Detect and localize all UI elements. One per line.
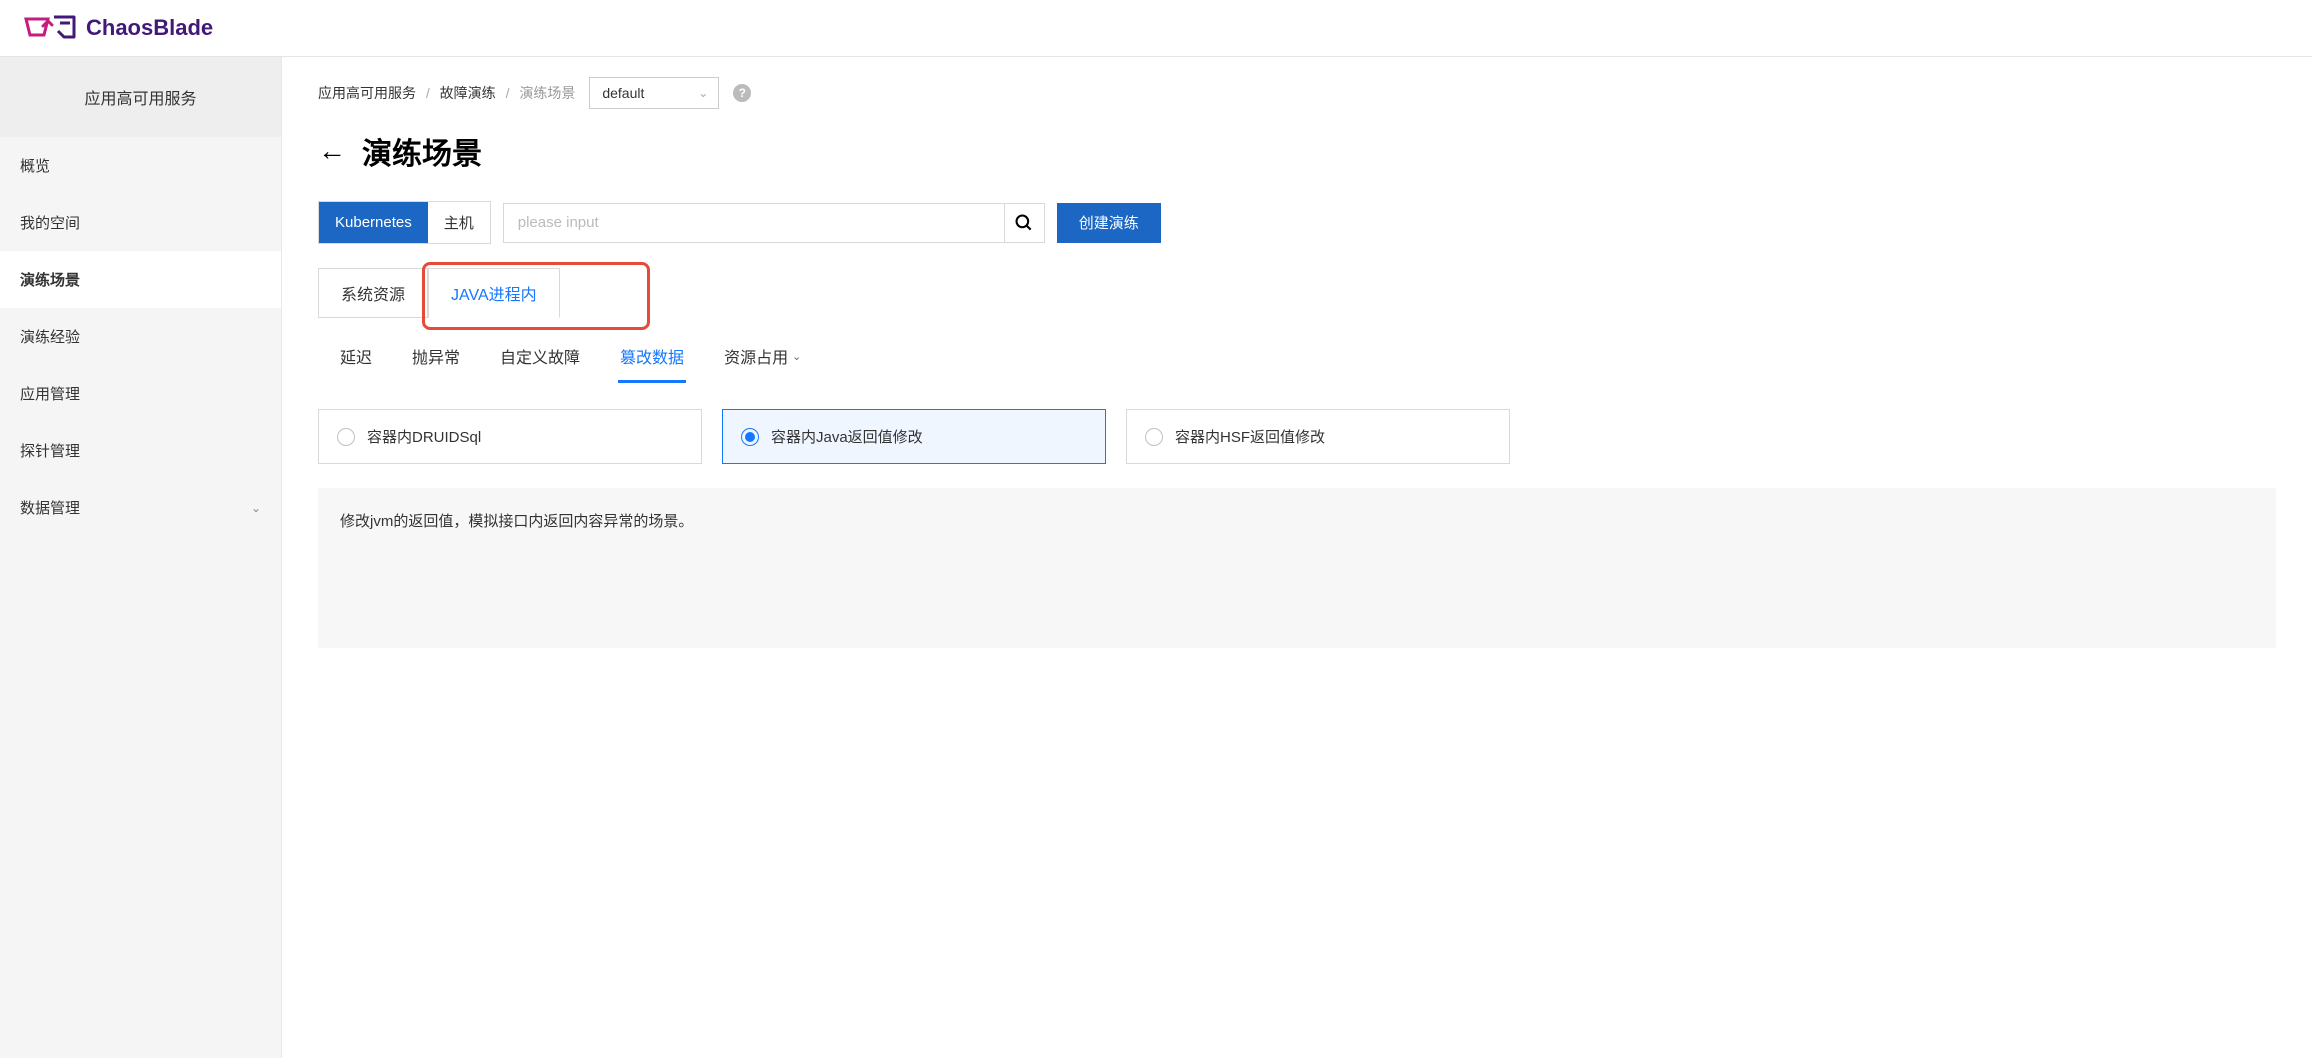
sub-tab-label: 延迟	[340, 344, 372, 368]
sidebar-item[interactable]: 概览	[0, 137, 281, 194]
option-cards-row: 容器内DRUIDSql 容器内Java返回值修改 容器内HSF返回值修改	[318, 409, 2276, 464]
sub-tab[interactable]: 抛异常	[410, 336, 462, 383]
breadcrumb-sep: /	[500, 85, 516, 101]
sub-tab-label: 抛异常	[412, 344, 460, 368]
help-icon[interactable]: ?	[733, 84, 751, 102]
option-card[interactable]: 容器内DRUIDSql	[318, 409, 702, 464]
sub-tabs: 延迟 抛异常 自定义故障 篡改数据 资源占用 ⌄	[318, 336, 2276, 383]
option-card-label: 容器内DRUIDSql	[367, 426, 481, 447]
page-title: 演练场景	[362, 129, 482, 173]
breadcrumb-item-0[interactable]: 应用高可用服务	[318, 85, 416, 101]
sidebar-item-label: 数据管理	[20, 497, 80, 518]
category-tabs: 系统资源 JAVA进程内	[318, 268, 560, 318]
sidebar-item[interactable]: 探针管理	[0, 422, 281, 479]
search-box	[503, 203, 1045, 243]
sidebar-item[interactable]: 数据管理 ⌄	[0, 479, 281, 536]
env-tab-group: Kubernetes 主机	[318, 201, 491, 244]
namespace-select[interactable]: default ⌄	[589, 77, 719, 109]
option-card-label: 容器内HSF返回值修改	[1175, 426, 1325, 447]
sub-tab-label: 篡改数据	[620, 344, 684, 368]
sub-tab[interactable]: 资源占用 ⌄	[722, 336, 803, 383]
chevron-down-icon: ⌄	[698, 86, 708, 100]
breadcrumb-item-1[interactable]: 故障演练	[440, 85, 496, 101]
description-box: 修改jvm的返回值，模拟接口内返回内容异常的场景。	[318, 488, 2276, 648]
sidebar-item-label: 概览	[20, 155, 50, 176]
sidebar-item-label: 演练场景	[20, 269, 80, 290]
sub-tab[interactable]: 延迟	[338, 336, 374, 383]
sidebar-item-label: 探针管理	[20, 440, 80, 461]
toolbar: Kubernetes 主机 创建演练	[318, 201, 2276, 244]
app-header: ChaosBlade	[0, 0, 2312, 57]
sub-tab-label: 自定义故障	[500, 344, 580, 368]
create-drill-button[interactable]: 创建演练	[1057, 203, 1161, 243]
search-input[interactable]	[504, 204, 1004, 242]
env-tab-host[interactable]: 主机	[428, 202, 490, 243]
sidebar-item-label: 演练经验	[20, 326, 80, 347]
breadcrumb-row: 应用高可用服务 / 故障演练 / 演练场景 default ⌄ ?	[318, 77, 2276, 109]
option-card[interactable]: 容器内HSF返回值修改	[1126, 409, 1510, 464]
radio-icon	[1145, 428, 1163, 446]
chevron-down-icon: ⌄	[251, 501, 261, 515]
category-tab-system[interactable]: 系统资源	[318, 268, 428, 318]
page-title-row: ← 演练场景	[318, 129, 2276, 173]
logo[interactable]: ChaosBlade	[24, 13, 213, 44]
breadcrumb-sep: /	[420, 85, 436, 101]
env-tab-kubernetes[interactable]: Kubernetes	[319, 202, 428, 243]
search-button[interactable]	[1004, 204, 1044, 242]
sub-tab[interactable]: 自定义故障	[498, 336, 582, 383]
sub-tab-label: 资源占用	[724, 344, 788, 368]
sidebar-item[interactable]: 我的空间	[0, 194, 281, 251]
chevron-down-icon: ⌄	[792, 350, 801, 363]
back-arrow-icon[interactable]: ←	[318, 135, 346, 167]
sidebar-item[interactable]: 演练经验	[0, 308, 281, 365]
sidebar-item[interactable]: 应用管理	[0, 365, 281, 422]
logo-text: ChaosBlade	[86, 15, 213, 41]
sidebar: 应用高可用服务 概览我的空间演练场景演练经验应用管理探针管理数据管理 ⌄	[0, 57, 282, 1058]
radio-icon	[741, 428, 759, 446]
sub-tab[interactable]: 篡改数据	[618, 336, 686, 383]
breadcrumb-item-2: 演练场景	[519, 85, 575, 101]
sidebar-item[interactable]: 演练场景	[0, 251, 281, 308]
namespace-select-value: default	[602, 85, 644, 101]
sidebar-item-label: 应用管理	[20, 383, 80, 404]
breadcrumb: 应用高可用服务 / 故障演练 / 演练场景	[318, 83, 575, 103]
sidebar-header: 应用高可用服务	[0, 57, 281, 137]
chaosblade-logo-icon	[24, 13, 76, 44]
search-icon	[1014, 213, 1034, 233]
option-card-label: 容器内Java返回值修改	[771, 426, 923, 447]
option-card[interactable]: 容器内Java返回值修改	[722, 409, 1106, 464]
sidebar-item-label: 我的空间	[20, 212, 80, 233]
category-tab-java[interactable]: JAVA进程内	[428, 268, 560, 318]
radio-icon	[337, 428, 355, 446]
main-content: 应用高可用服务 / 故障演练 / 演练场景 default ⌄ ? ← 演练场景…	[282, 57, 2312, 1058]
